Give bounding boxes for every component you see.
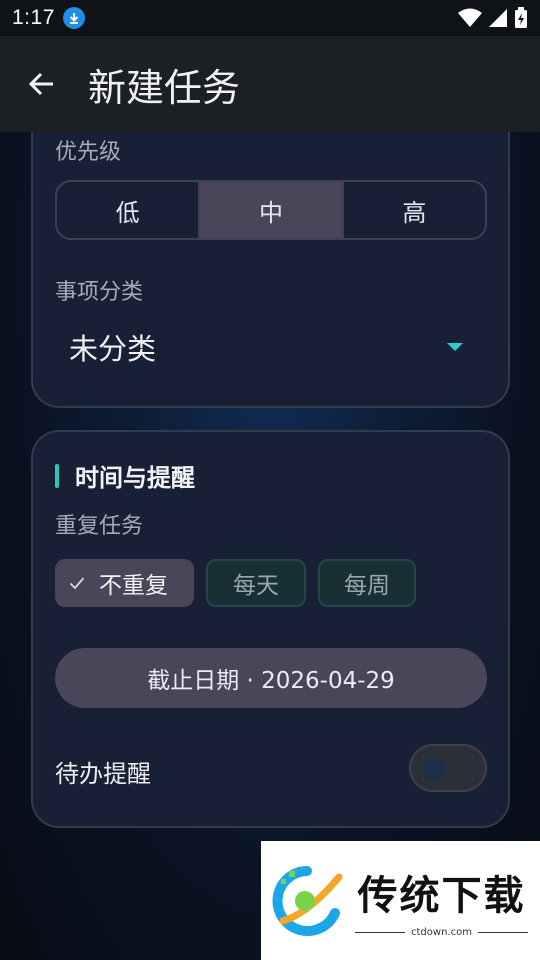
page-title: 新建任务 (88, 65, 241, 110)
reminder-toggle[interactable] (409, 744, 487, 792)
repeat-none-chip[interactable]: 不重复 (55, 559, 194, 607)
status-time: 1:17 (12, 6, 55, 29)
watermark-divider (355, 932, 405, 933)
status-bar: 1:17 (0, 0, 540, 36)
section-accent-bar (55, 463, 59, 488)
reminder-label: 待办提醒 (55, 760, 151, 788)
repeat-weekly-chip[interactable]: 每周 (318, 559, 416, 607)
priority-label: 优先级 (55, 140, 122, 165)
repeat-daily-chip[interactable]: 每天 (206, 559, 306, 607)
repeat-options: 不重复 每天 每周 (55, 559, 416, 607)
watermark-name: 传统下载 (357, 873, 526, 919)
task-details-card: 优先级 低 中 高 事项分类 未分类 (31, 100, 510, 408)
arrow-left-icon (28, 72, 53, 96)
battery-icon (515, 7, 527, 28)
repeat-none-label: 不重复 (99, 573, 168, 599)
signal-icon (489, 9, 507, 27)
app-bar: 新建任务 (0, 36, 540, 132)
watermark-logo-icon (272, 865, 343, 936)
check-icon (69, 577, 85, 590)
back-button[interactable] (12, 54, 72, 114)
category-label: 事项分类 (55, 280, 144, 305)
repeat-weekly-label: 每周 (344, 573, 390, 599)
priority-selector: 低 中 高 (55, 180, 487, 240)
category-dropdown[interactable]: 未分类 (55, 312, 487, 382)
download-icon (62, 7, 85, 29)
wifi-icon (458, 8, 482, 27)
watermark-url-row: ctdown.com (355, 927, 528, 938)
section-header: 时间与提醒 (55, 458, 195, 493)
toggle-knob (423, 758, 445, 780)
priority-high-option[interactable]: 高 (344, 182, 485, 238)
repeat-label: 重复任务 (55, 514, 144, 539)
watermark-text: 传统下载 ctdown.com (355, 863, 528, 938)
category-value: 未分类 (69, 332, 157, 366)
time-reminder-card: 时间与提醒 重复任务 不重复 每天 每周 截止日期 · 2026-04-29 待… (31, 430, 510, 828)
watermark-url: ctdown.com (411, 927, 472, 938)
priority-low-option[interactable]: 低 (57, 182, 201, 238)
deadline-button[interactable]: 截止日期 · 2026-04-29 (55, 648, 487, 708)
section-title: 时间与提醒 (75, 464, 195, 492)
watermark: 传统下载 ctdown.com (261, 841, 540, 960)
repeat-daily-label: 每天 (233, 573, 279, 599)
watermark-divider (477, 932, 528, 933)
dropdown-arrow-icon (447, 343, 463, 351)
priority-medium-option[interactable]: 中 (200, 182, 344, 238)
